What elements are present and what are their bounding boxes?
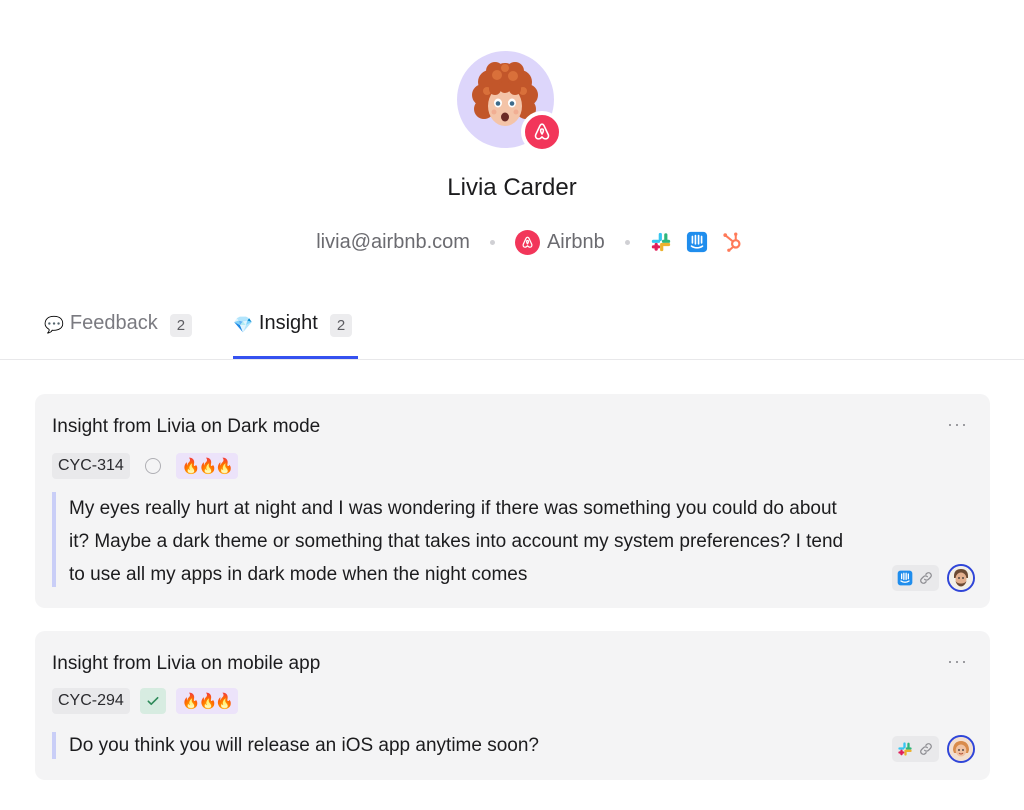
insight-title: Insight from Livia on mobile app <box>52 653 321 674</box>
profile-company[interactable]: Airbnb <box>514 229 605 255</box>
intercom-icon <box>897 570 913 586</box>
tab-label: Insight <box>258 312 318 334</box>
insight-chips: CYC-294 🔥🔥🔥 <box>52 688 238 714</box>
tab-label: Feedback <box>69 312 158 334</box>
source-link-chip[interactable] <box>892 736 939 762</box>
company-name: Airbnb <box>546 230 605 253</box>
airbnb-icon <box>534 123 550 140</box>
insight-quote: My eyes really hurt at night and I was w… <box>52 492 852 587</box>
checkmark-icon <box>147 696 159 706</box>
more-options-button[interactable]: ··· <box>947 414 968 435</box>
insight-card[interactable]: Insight from Livia on Dark mode ··· CYC-… <box>35 394 990 608</box>
tab-count-badge: 2 <box>329 314 353 337</box>
source-link-chip[interactable] <box>892 565 939 591</box>
insight-card[interactable]: Insight from Livia on mobile app ··· CYC… <box>35 631 990 780</box>
slack-icon <box>898 742 912 756</box>
link-icon <box>920 572 932 584</box>
link-icon <box>920 743 932 755</box>
insight-chips: CYC-314 🔥🔥🔥 <box>52 453 238 479</box>
separator-dot <box>624 239 630 245</box>
profile-avatar <box>457 51 563 153</box>
insight-quote: Do you think you will release an iOS app… <box>52 732 852 759</box>
integrations <box>650 231 744 253</box>
intercom-icon[interactable] <box>686 231 708 253</box>
company-badge <box>521 111 563 153</box>
profile-email[interactable]: livia@airbnb.com <box>316 231 470 254</box>
insight-actions <box>892 735 975 763</box>
priority-chip[interactable]: 🔥🔥🔥 <box>175 688 238 714</box>
insight-actions <box>892 564 975 592</box>
profile-name: Livia Carder <box>447 174 577 201</box>
more-options-button[interactable]: ··· <box>947 651 968 672</box>
issue-id-chip[interactable]: CYC-314 <box>52 453 130 479</box>
assignee-avatar[interactable] <box>947 735 975 763</box>
assignee-avatar[interactable] <box>947 564 975 592</box>
insight-title: Insight from Livia on Dark mode <box>52 416 321 437</box>
priority-chip[interactable]: 🔥🔥🔥 <box>175 453 238 479</box>
tab-insight[interactable]: 💎 Insight 2 <box>233 312 358 359</box>
speech-bubble-icon: 💬 <box>44 317 64 334</box>
tab-feedback[interactable]: 💬 Feedback 2 <box>44 312 193 359</box>
tab-count-badge: 2 <box>169 314 193 337</box>
issue-id-chip[interactable]: CYC-294 <box>52 688 130 714</box>
status-done-icon[interactable] <box>139 688 166 714</box>
profile-meta-row: livia@airbnb.com Airbnb <box>0 228 1024 256</box>
airbnb-icon <box>514 229 540 255</box>
gem-icon: 💎 <box>233 317 253 334</box>
status-open-icon[interactable] <box>140 453 166 479</box>
hubspot-icon[interactable] <box>722 231 744 253</box>
tab-bar: 💬 Feedback 2 💎 Insight 2 <box>0 300 1024 360</box>
slack-icon[interactable] <box>650 231 672 253</box>
separator-dot <box>489 239 495 245</box>
memoji-woman-icon <box>949 737 973 761</box>
memoji-man-icon <box>949 566 973 590</box>
